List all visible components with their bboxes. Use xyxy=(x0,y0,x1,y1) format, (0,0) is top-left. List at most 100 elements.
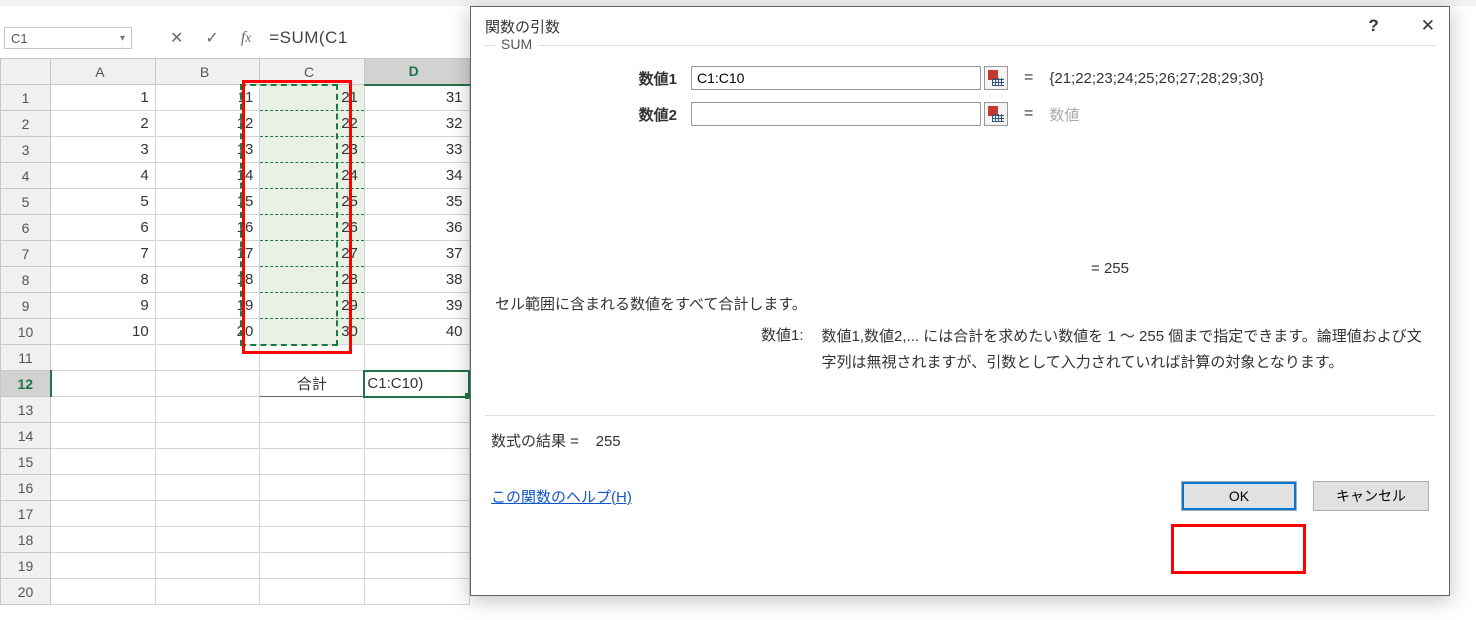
cell[interactable]: 3 xyxy=(51,137,156,163)
cell[interactable]: 2 xyxy=(51,111,156,137)
cell[interactable] xyxy=(364,553,469,579)
cancel-button[interactable]: キャンセル xyxy=(1313,481,1429,511)
function-help-link[interactable]: この関数のヘルプ(H) xyxy=(491,486,632,507)
cell[interactable] xyxy=(364,423,469,449)
col-head-A[interactable]: A xyxy=(51,59,156,85)
cell[interactable]: 36 xyxy=(364,215,469,241)
row-head[interactable]: 10 xyxy=(1,319,51,345)
cell[interactable]: 23 xyxy=(260,137,365,163)
cell[interactable] xyxy=(364,397,469,423)
cell[interactable]: 8 xyxy=(51,267,156,293)
cell[interactable]: 32 xyxy=(364,111,469,137)
row-head[interactable]: 18 xyxy=(1,527,51,553)
cell[interactable] xyxy=(155,345,260,371)
arg1-input[interactable] xyxy=(691,66,981,90)
row-head[interactable]: 19 xyxy=(1,553,51,579)
cell[interactable] xyxy=(364,527,469,553)
cell[interactable] xyxy=(260,553,365,579)
spreadsheet-grid[interactable]: A B C D 11112131 22122232 33132333 44142… xyxy=(0,58,470,605)
cell[interactable]: 15 xyxy=(155,189,260,215)
cell[interactable]: 39 xyxy=(364,293,469,319)
cell[interactable] xyxy=(155,527,260,553)
cell[interactable]: 40 xyxy=(364,319,469,345)
cell[interactable]: 7 xyxy=(51,241,156,267)
cell[interactable]: 20 xyxy=(155,319,260,345)
row-head[interactable]: 6 xyxy=(1,215,51,241)
col-head-B[interactable]: B xyxy=(155,59,260,85)
help-icon[interactable]: ? xyxy=(1368,16,1378,36)
row-head[interactable]: 4 xyxy=(1,163,51,189)
row-head[interactable]: 5 xyxy=(1,189,51,215)
cell[interactable]: 24 xyxy=(260,163,365,189)
cell[interactable] xyxy=(364,579,469,605)
cell[interactable] xyxy=(260,527,365,553)
cell[interactable]: 27 xyxy=(260,241,365,267)
cell[interactable]: 22 xyxy=(260,111,365,137)
col-head-D[interactable]: D xyxy=(364,59,469,85)
cell[interactable]: 19 xyxy=(155,293,260,319)
row-head[interactable]: 17 xyxy=(1,501,51,527)
cell[interactable]: 30 xyxy=(260,319,365,345)
cell[interactable] xyxy=(260,449,365,475)
row-head[interactable]: 12 xyxy=(1,371,51,397)
cell[interactable] xyxy=(155,449,260,475)
close-icon[interactable]: ✕ xyxy=(1421,16,1435,36)
cell[interactable] xyxy=(155,553,260,579)
cell[interactable]: 34 xyxy=(364,163,469,189)
cell[interactable] xyxy=(364,501,469,527)
cell[interactable] xyxy=(260,397,365,423)
cell[interactable]: 35 xyxy=(364,189,469,215)
cell[interactable] xyxy=(364,449,469,475)
cell[interactable] xyxy=(260,579,365,605)
collapse-dialog-icon[interactable] xyxy=(984,102,1008,126)
cell[interactable]: 33 xyxy=(364,137,469,163)
cell[interactable] xyxy=(51,397,156,423)
cell[interactable] xyxy=(155,423,260,449)
cell[interactable]: 11 xyxy=(155,85,260,111)
cell[interactable] xyxy=(51,371,156,397)
cell[interactable]: 38 xyxy=(364,267,469,293)
cell[interactable]: 10 xyxy=(51,319,156,345)
cell[interactable] xyxy=(260,501,365,527)
cell[interactable]: 1 xyxy=(51,85,156,111)
cell[interactable] xyxy=(51,527,156,553)
cell[interactable]: 13 xyxy=(155,137,260,163)
cell[interactable]: 6 xyxy=(51,215,156,241)
cell[interactable] xyxy=(260,475,365,501)
row-head[interactable]: 14 xyxy=(1,423,51,449)
cell[interactable] xyxy=(51,475,156,501)
row-head[interactable]: 11 xyxy=(1,345,51,371)
cell[interactable]: 4 xyxy=(51,163,156,189)
cell[interactable]: 5 xyxy=(51,189,156,215)
cell[interactable] xyxy=(51,423,156,449)
cancel-icon[interactable]: ✕ xyxy=(170,28,183,48)
cell[interactable]: 12 xyxy=(155,111,260,137)
row-head[interactable]: 16 xyxy=(1,475,51,501)
cell[interactable]: 28 xyxy=(260,267,365,293)
active-formula-cell[interactable]: C1:C10) xyxy=(364,371,469,397)
name-box[interactable]: C1 xyxy=(4,27,132,49)
dialog-titlebar[interactable]: 関数の引数 ? ✕ xyxy=(471,7,1449,45)
cell[interactable] xyxy=(51,553,156,579)
enter-icon[interactable]: ✓ xyxy=(205,28,218,48)
cell[interactable]: 31 xyxy=(364,85,469,111)
cell[interactable]: 14 xyxy=(155,163,260,189)
col-head-C[interactable]: C xyxy=(260,59,365,85)
cell[interactable]: 9 xyxy=(51,293,156,319)
cell[interactable]: 37 xyxy=(364,241,469,267)
cell[interactable] xyxy=(260,345,365,371)
cell[interactable] xyxy=(51,345,156,371)
arg2-input[interactable] xyxy=(691,102,981,126)
fx-icon[interactable]: fx xyxy=(241,29,251,47)
cell[interactable]: 16 xyxy=(155,215,260,241)
row-head[interactable]: 20 xyxy=(1,579,51,605)
select-all-corner[interactable] xyxy=(1,59,51,85)
sum-label-cell[interactable]: 合計 xyxy=(260,371,365,397)
cell[interactable]: 26 xyxy=(260,215,365,241)
row-head[interactable]: 13 xyxy=(1,397,51,423)
ok-button[interactable]: OK xyxy=(1181,481,1297,511)
cell[interactable] xyxy=(155,501,260,527)
cell[interactable] xyxy=(364,475,469,501)
cell[interactable] xyxy=(260,423,365,449)
row-head[interactable]: 9 xyxy=(1,293,51,319)
